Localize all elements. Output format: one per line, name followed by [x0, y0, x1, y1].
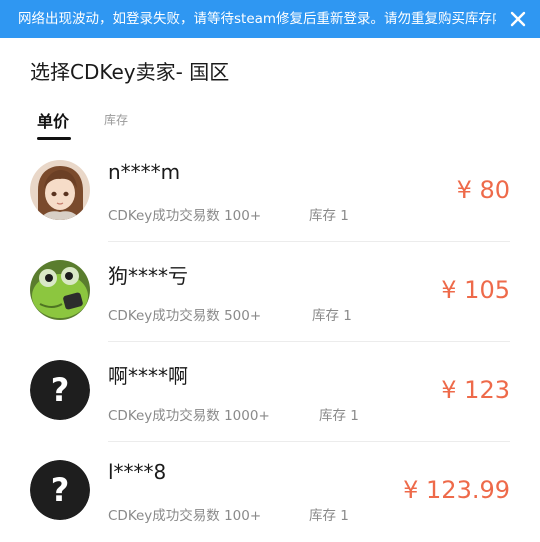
- seller-price: ¥ 80: [456, 176, 510, 204]
- seller-row[interactable]: ? l****8 CDKey成功交易数 100+ 库存 1 ¥ 123.99: [0, 442, 540, 542]
- seller-row[interactable]: 狗****亏 CDKey成功交易数 500+ 库存 1 ¥ 105: [0, 242, 540, 342]
- page-title: 选择CDKey卖家- 国区: [30, 60, 230, 84]
- seller-name: 啊****啊: [108, 364, 188, 388]
- question-mark-avatar: ?: [30, 460, 90, 520]
- tab-stock[interactable]: 库存: [104, 111, 128, 128]
- seller-trade-count: CDKey成功交易数 1000+: [108, 408, 270, 424]
- seller-row[interactable]: ? 啊****啊 CDKey成功交易数 1000+ 库存 1 ¥ 123: [0, 342, 540, 442]
- seller-stock: 库存 1: [312, 308, 352, 324]
- seller-name: l****8: [108, 460, 167, 484]
- frog-avatar: [30, 260, 90, 320]
- seller-list: n****m CDKey成功交易数 100+ 库存 1 ¥ 80 狗****亏 …: [0, 142, 540, 542]
- banner-text: 网络出现波动，如登录失败，请等待steam修复后重新登录。请勿重复购买库存内: [18, 11, 506, 27]
- seller-name: n****m: [108, 160, 181, 184]
- seller-trade-count: CDKey成功交易数 100+: [108, 508, 262, 524]
- seller-stock: 库存 1: [309, 208, 349, 224]
- seller-stock: 库存 1: [319, 408, 359, 424]
- seller-name: 狗****亏: [108, 264, 188, 288]
- active-tab-indicator: [37, 137, 71, 140]
- seller-trade-count: CDKey成功交易数 500+: [108, 308, 262, 324]
- seller-price: ¥ 123.99: [403, 476, 510, 504]
- svg-text:?: ?: [51, 371, 70, 409]
- seller-row[interactable]: n****m CDKey成功交易数 100+ 库存 1 ¥ 80: [0, 142, 540, 242]
- seller-trade-count: CDKey成功交易数 100+: [108, 208, 262, 224]
- network-notice-banner: 网络出现波动，如登录失败，请等待steam修复后重新登录。请勿重复购买库存内: [0, 0, 540, 38]
- seller-price: ¥ 123: [441, 376, 510, 404]
- anime-girl-avatar: [30, 160, 90, 220]
- question-mark-avatar: ?: [30, 360, 90, 420]
- close-icon[interactable]: [496, 0, 540, 38]
- seller-price: ¥ 105: [441, 276, 510, 304]
- seller-stock: 库存 1: [309, 508, 349, 524]
- tab-price[interactable]: 单价: [37, 108, 69, 132]
- svg-text:?: ?: [51, 471, 70, 509]
